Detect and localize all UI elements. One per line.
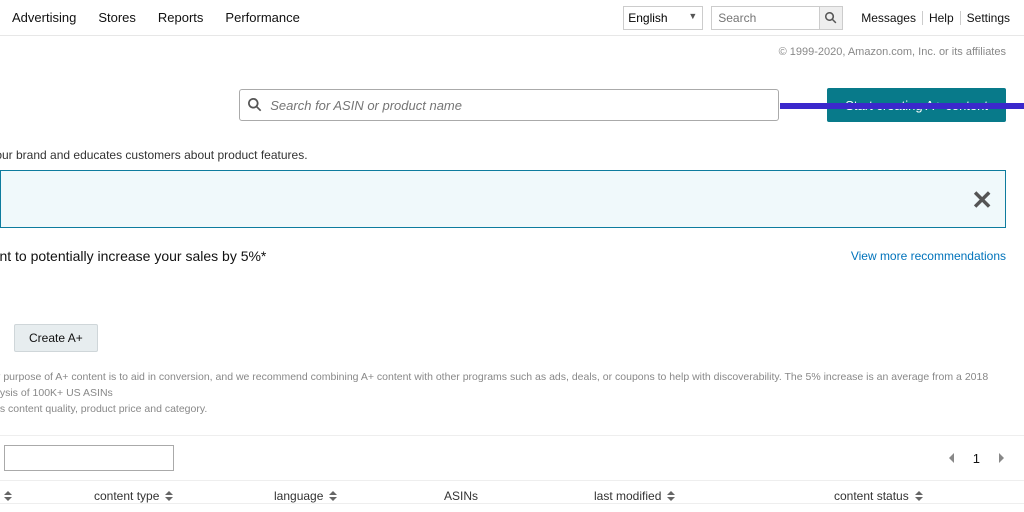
search-row: Start creating A+ content (0, 58, 1024, 122)
nav-advertising[interactable]: Advertising (12, 10, 76, 25)
asin-search-box (239, 89, 779, 121)
content-table: 1 content type language ASINs last modif… (0, 435, 1024, 504)
nav-performance[interactable]: Performance (225, 10, 299, 25)
nav-stores[interactable]: Stores (98, 10, 136, 25)
global-search (711, 6, 843, 30)
top-nav: Advertising Stores Reports Performance E… (0, 0, 1024, 36)
sort-icon (165, 491, 173, 501)
fineprint-line-1: nary purpose of A+ content is to aid in … (0, 370, 1006, 402)
chevron-right-icon[interactable] (996, 453, 1006, 463)
create-aplus-button[interactable]: Create A+ (14, 324, 98, 352)
sort-icon (4, 491, 12, 501)
search-icon (825, 12, 837, 24)
language-select-wrap: English (623, 6, 703, 30)
sort-icon (915, 491, 923, 501)
asin-search-input[interactable] (262, 98, 770, 113)
brand-description-fragment: s your brand and educates customers abou… (0, 122, 1024, 170)
table-toolbar: 1 (0, 436, 1024, 480)
help-link[interactable]: Help (922, 11, 960, 25)
col-asins[interactable]: ASINs (444, 489, 594, 503)
nav-reports[interactable]: Reports (158, 10, 204, 25)
recommendation-row: ntent to potentially increase your sales… (0, 228, 1024, 264)
search-icon (248, 98, 262, 112)
page-number: 1 (973, 451, 980, 466)
pager: 1 (947, 451, 1006, 466)
col-blank[interactable] (4, 489, 94, 503)
table-header: content type language ASINs last modifie… (0, 480, 1024, 503)
global-search-button[interactable] (819, 6, 843, 30)
help-links: Messages Help Settings (855, 11, 1016, 25)
settings-link[interactable]: Settings (960, 11, 1016, 25)
col-content-status[interactable]: content status (834, 489, 974, 503)
messages-link[interactable]: Messages (855, 11, 922, 25)
recommendation-text: ntent to potentially increase your sales… (0, 248, 266, 264)
fineprint: nary purpose of A+ content is to aid in … (0, 352, 1024, 417)
language-select[interactable]: English (623, 6, 703, 30)
col-language[interactable]: language (274, 489, 444, 503)
copyright-text: © 1999-2020, Amazon.com, Inc. or its aff… (0, 36, 1024, 58)
fineprint-line-2: ch as content quality, product price and… (0, 402, 1006, 418)
top-nav-left: Advertising Stores Reports Performance (8, 10, 300, 25)
top-nav-right: English Messages Help Settings (623, 6, 1016, 30)
info-banner: ✕ (0, 170, 1006, 228)
sort-icon (667, 491, 675, 501)
start-creating-button[interactable]: Start creating A+ content (827, 88, 1006, 122)
sort-icon (329, 491, 337, 501)
global-search-input[interactable] (711, 6, 819, 30)
table-filter-input[interactable] (4, 445, 174, 471)
col-last-modified[interactable]: last modified (594, 489, 834, 503)
col-content-type[interactable]: content type (94, 489, 274, 503)
chevron-left-icon[interactable] (947, 453, 957, 463)
close-icon[interactable]: ✕ (971, 185, 993, 216)
view-more-recommendations-link[interactable]: View more recommendations (851, 249, 1006, 263)
